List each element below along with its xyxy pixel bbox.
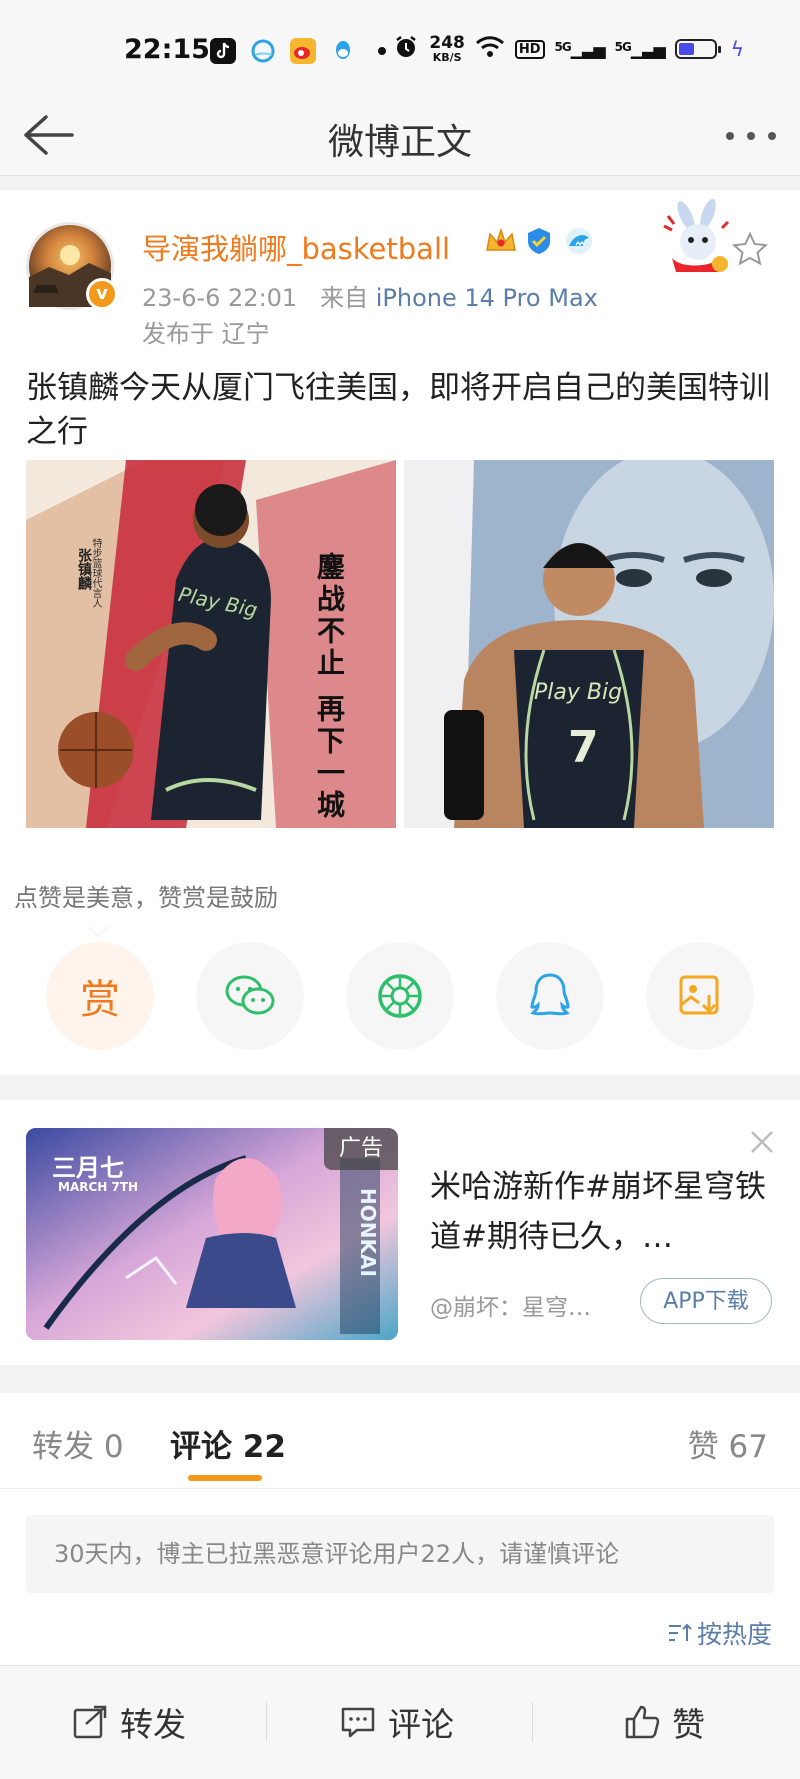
alarm-icon: [393, 34, 419, 64]
like-button[interactable]: 赞: [624, 1698, 705, 1746]
post-source-prefix: 来自: [320, 284, 369, 312]
tab-likes[interactable]: 赞 67: [688, 1421, 768, 1466]
signal-1-icon: 5G▁▃▅: [554, 39, 606, 59]
repost-icon: [73, 1705, 107, 1739]
wifi-icon: [475, 35, 505, 63]
post-card: v 导演我躺哪_basketball 23-6-6 22:01 来自 iPhon…: [0, 190, 800, 1075]
wechat-share-button[interactable]: [196, 942, 304, 1050]
post-meta: 23-6-6 22:01 来自 iPhone 14 Pro Max: [142, 278, 598, 313]
post-image-1[interactable]: 鏖战不止 再下一城 特步篮球代言人 张镇麟 Play Big: [26, 460, 396, 828]
tab-reposts[interactable]: 转发 0: [32, 1421, 124, 1466]
ad-image-title-cn: 三月七: [52, 1154, 124, 1182]
comment-label: 评论: [388, 1705, 454, 1744]
status-app-icons: [210, 38, 386, 64]
dot-icon: [378, 47, 386, 55]
verified-v-icon: v: [86, 278, 118, 310]
page-title: 微博正文: [327, 122, 472, 163]
ad-image-logo: HONKAI: [356, 1188, 380, 1277]
save-image-button[interactable]: [646, 942, 754, 1050]
signal-1-label: 5G: [554, 39, 572, 54]
shark-icon: [564, 226, 594, 256]
comments-section: 转发 0 评论 22 赞 67 30天内，博主已拉黑恶意评论用户22人，请谨慎评…: [0, 1393, 800, 1665]
net-speed: 248 KB/S: [429, 33, 465, 64]
sort-icon: [668, 1623, 692, 1641]
ad-source: @崩坏：星穹…: [430, 1295, 591, 1321]
charging-icon: ϟ: [730, 37, 744, 61]
nav-bar: 微博正文: [0, 95, 800, 176]
reward-tip-tail: [86, 912, 110, 936]
tiktok-icon: [210, 38, 236, 64]
more-button[interactable]: [724, 115, 778, 155]
sort-button[interactable]: 按热度: [667, 1615, 772, 1651]
reward-button[interactable]: 赏: [46, 942, 154, 1050]
save-image-icon: [679, 975, 719, 1015]
bottom-action-bar: 转发 评论 赞: [0, 1665, 800, 1779]
verified-shield-icon: [524, 226, 554, 256]
wechat-icon: [225, 975, 275, 1015]
user-badges: [484, 226, 594, 256]
post-location: 发布于 辽宁: [142, 320, 270, 348]
sort-label: 按热度: [696, 1620, 772, 1649]
qq-share-button[interactable]: [496, 942, 604, 1050]
comment-icon: [341, 1707, 375, 1738]
reward-label: 赏: [80, 977, 120, 1023]
active-tab-underline: [188, 1475, 262, 1481]
net-speed-value: 248: [429, 33, 465, 53]
moments-icon: [378, 974, 422, 1018]
more-dots-icon: [726, 132, 776, 140]
signal-2-label: 5G: [614, 39, 632, 54]
status-right-icons: 248 KB/S HD 5G▁▃▅ 5G▁▃▅ ϟ: [393, 34, 744, 64]
battery-level: [678, 43, 694, 55]
ad-tag: 广告: [324, 1128, 398, 1170]
post-image-2[interactable]: Play Big 7: [404, 460, 774, 828]
bottom-divider-2: [532, 1702, 533, 1742]
post-source[interactable]: iPhone 14 Pro Max: [376, 284, 598, 312]
comment-button[interactable]: 评论: [340, 1698, 454, 1746]
share-row: 赏: [46, 942, 754, 1050]
tab-comments[interactable]: 评论 22: [170, 1421, 286, 1466]
post-text: 张镇麟今天从厦门飞往美国，即将开启自己的美国特训之行: [26, 370, 770, 450]
ad-close-button[interactable]: [748, 1128, 776, 1164]
endorser-name-text: 张镇麟: [76, 548, 92, 590]
tabs-divider: [0, 1488, 800, 1489]
username[interactable]: 导演我躺哪_basketball: [142, 226, 450, 268]
qq-icon: [330, 38, 356, 64]
bottom-divider-1: [266, 1702, 267, 1742]
weibo-icon: [290, 38, 316, 64]
close-icon: [751, 1131, 773, 1153]
status-bar: 22:15 248 KB/S HD 5G▁▃▅ 5G▁▃▅ ϟ: [0, 0, 800, 95]
net-speed-unit: KB/S: [432, 51, 462, 64]
reward-tip: 点赞是美意，赞赏是鼓励: [14, 884, 278, 912]
follow-star-button[interactable]: [730, 230, 770, 270]
repost-label: 转发: [120, 1705, 186, 1744]
thumbs-up-icon: [625, 1705, 660, 1739]
post-date: 23-6-6 22:01: [142, 284, 298, 312]
battery-icon: [674, 39, 721, 59]
moments-share-button[interactable]: [346, 942, 454, 1050]
hd-icon: HD: [514, 39, 545, 59]
qq-penguin-icon: [530, 973, 570, 1016]
status-time: 22:15: [124, 34, 210, 65]
star-icon: [731, 231, 769, 266]
jersey-number: 7: [568, 722, 599, 773]
browser-icon: [250, 38, 276, 64]
repost-button[interactable]: 转发: [72, 1698, 186, 1746]
ad-image[interactable]: 三月七 MARCH 7TH HONKAI 广告: [26, 1128, 398, 1340]
crown-icon: [484, 226, 516, 256]
ad-image-title-en: MARCH 7TH: [58, 1180, 139, 1194]
ad-download-button[interactable]: APP下载: [640, 1278, 772, 1324]
comment-notice: 30天内，博主已拉黑恶意评论用户22人，请谨慎评论: [26, 1515, 774, 1593]
slogan-text: 鏖战不止 再下一城: [313, 552, 346, 822]
ad-title[interactable]: 米哈游新作#崩坏星穹铁道#期待已久，…: [430, 1162, 775, 1262]
jersey-text-2: Play Big: [534, 680, 623, 705]
like-label: 赞: [672, 1705, 705, 1744]
signal-2-icon: 5G▁▃▅: [614, 39, 666, 59]
ad-card[interactable]: 三月七 MARCH 7TH HONKAI 广告 米哈游新作#崩坏星穹铁道#期待已…: [0, 1100, 800, 1365]
